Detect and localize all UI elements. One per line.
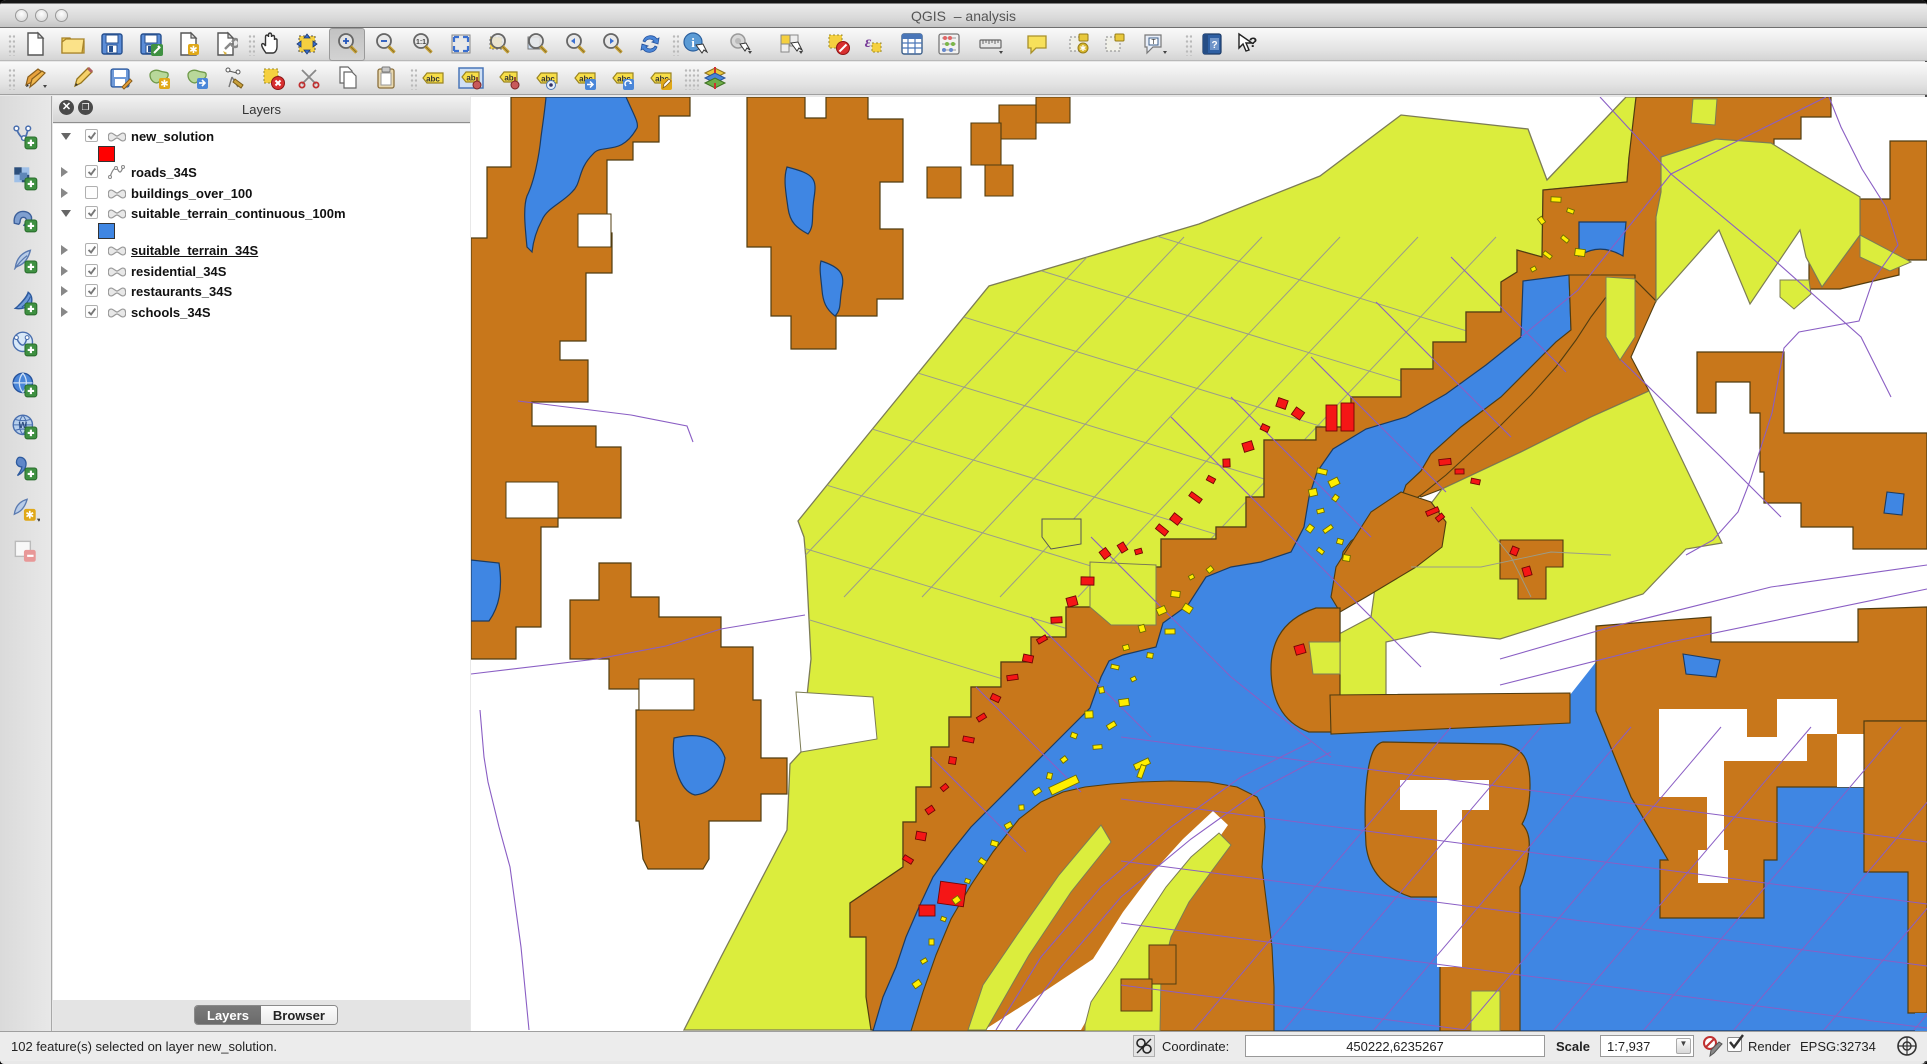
svg-text:ab: ab xyxy=(504,74,513,83)
svg-text:✱: ✱ xyxy=(189,45,197,56)
svg-text:1:1: 1:1 xyxy=(416,39,426,46)
svg-text:?: ? xyxy=(1249,34,1258,50)
svg-text:?: ? xyxy=(1211,40,1217,51)
svg-text:abc: abc xyxy=(426,75,440,84)
svg-text:✱: ✱ xyxy=(160,79,168,90)
svg-text:ε: ε xyxy=(865,34,872,51)
svg-text:✱: ✱ xyxy=(25,509,34,521)
svg-text:i: i xyxy=(691,35,695,50)
svg-text:ab: ab xyxy=(466,74,475,83)
svg-text:✱: ✱ xyxy=(1080,44,1087,53)
svg-text:T: T xyxy=(1151,39,1156,46)
